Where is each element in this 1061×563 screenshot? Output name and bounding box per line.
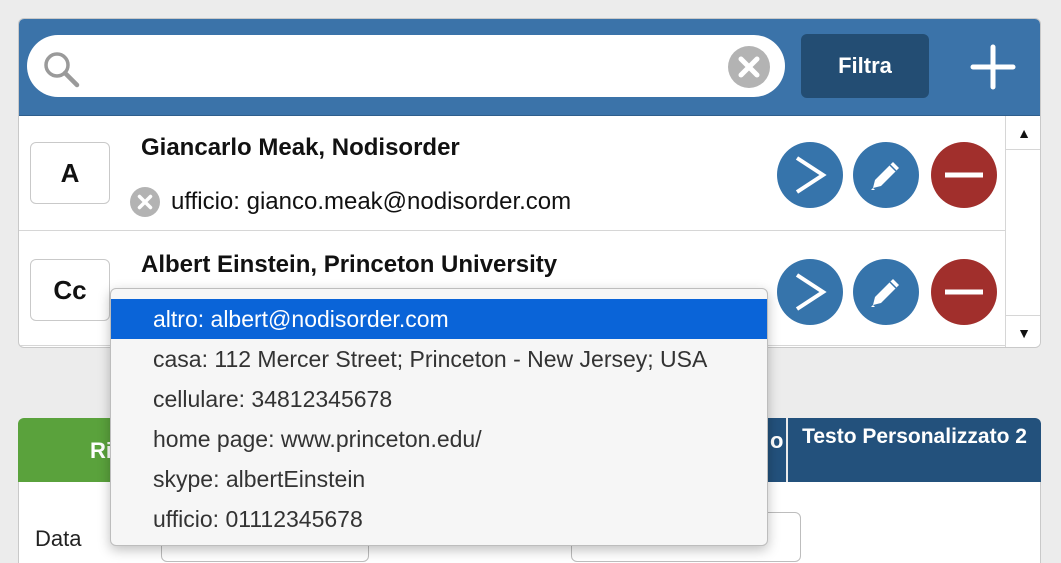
minus-icon xyxy=(945,172,983,178)
dropdown-option[interactable]: home page: www.princeton.edu/ xyxy=(111,419,767,459)
go-button[interactable] xyxy=(777,142,843,208)
search-input[interactable] xyxy=(93,47,713,85)
address-text: ufficio: gianco.meak@nodisorder.com xyxy=(171,188,572,215)
tab-label: Ri xyxy=(90,438,112,463)
search-field[interactable] xyxy=(27,35,785,97)
filter-button[interactable]: Filtra xyxy=(801,34,929,98)
dropdown-option[interactable]: ufficio: 01112345678 xyxy=(111,499,767,539)
date-label: Data xyxy=(35,526,82,551)
remove-recipient-button[interactable] xyxy=(931,142,997,208)
search-bar: Filtra xyxy=(19,19,1040,116)
edit-button[interactable] xyxy=(853,259,919,325)
dropdown-option[interactable]: skype: albertEinstein xyxy=(111,459,767,499)
pencil-icon xyxy=(871,162,899,190)
address-dropdown: altro: albert@nodisorder.com casa: 112 M… xyxy=(110,288,768,546)
edit-button[interactable] xyxy=(853,142,919,208)
go-icon xyxy=(795,273,827,311)
remove-recipient-button[interactable] xyxy=(931,259,997,325)
clear-icon[interactable] xyxy=(727,45,771,89)
recipient-type-button[interactable]: Cc xyxy=(30,259,110,321)
dropdown-option[interactable]: cellulare: 34812345678 xyxy=(111,379,767,419)
scrollbar[interactable]: ▲ ▼ xyxy=(1005,116,1040,347)
recipient-row: A Giancarlo Meak, Nodisorder ufficio: gi… xyxy=(19,116,1005,231)
plus-icon[interactable] xyxy=(967,41,1019,93)
address-line[interactable]: ufficio: gianco.meak@nodisorder.com xyxy=(129,186,571,218)
pencil-icon xyxy=(871,279,899,307)
minus-icon xyxy=(945,289,983,295)
dropdown-option[interactable]: altro: albert@nodisorder.com xyxy=(111,299,767,339)
remove-address-icon[interactable] xyxy=(129,186,161,218)
contact-name: Albert Einstein, Princeton University xyxy=(141,251,558,278)
go-icon xyxy=(795,156,827,194)
scroll-up-icon[interactable]: ▲ xyxy=(1006,116,1040,150)
tab-custom-2[interactable]: Testo Personalizzato 2 xyxy=(786,418,1041,482)
dropdown-option[interactable]: casa: 112 Mercer Street; Princeton - New… xyxy=(111,339,767,379)
go-button[interactable] xyxy=(777,259,843,325)
tab-label: o xyxy=(770,428,784,453)
recipient-type-button[interactable]: A xyxy=(30,142,110,204)
contact-name: Giancarlo Meak, Nodisorder xyxy=(141,134,460,161)
scroll-down-icon[interactable]: ▼ xyxy=(1006,315,1040,347)
search-icon xyxy=(44,52,80,88)
